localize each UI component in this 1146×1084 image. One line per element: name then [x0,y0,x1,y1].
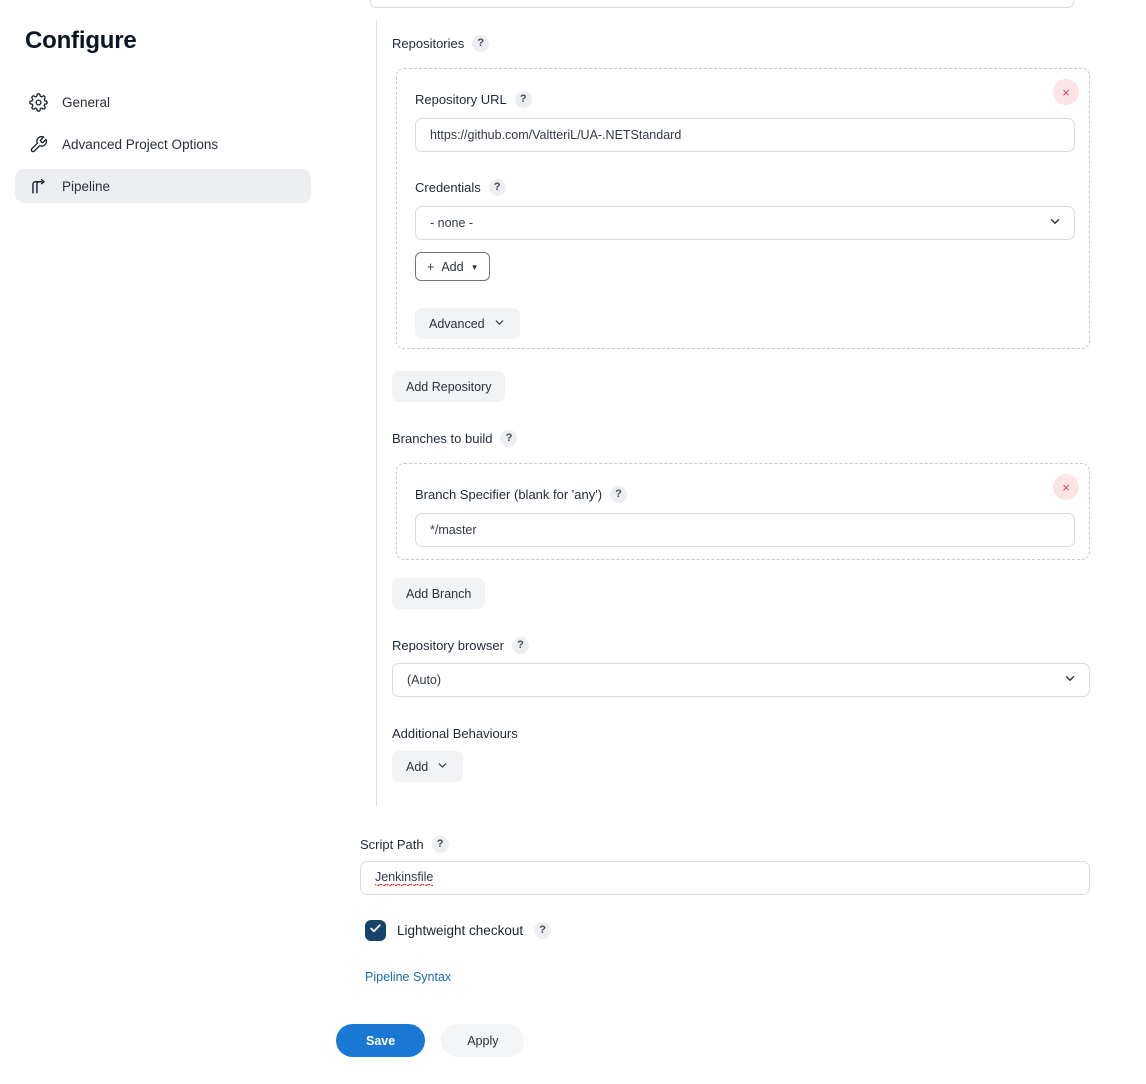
save-button[interactable]: Save [336,1024,426,1057]
scm-section-rule [376,20,377,806]
delete-repository-button[interactable]: × [1053,79,1079,105]
repository-url-label: Repository URL [415,92,507,107]
repository-url-input[interactable]: https://github.com/ValtteriL/UA-.NETStan… [415,118,1075,152]
help-icon[interactable]: ? [431,836,449,853]
plus-icon: + [427,259,435,274]
pipeline-icon [29,177,48,196]
repository-browser-selected-value: (Auto) [407,673,442,687]
additional-behaviours-label-row: Additional Behaviours [392,726,518,741]
branch-specifier-label-row: Branch Specifier (blank for 'any') ? [415,486,628,503]
help-icon[interactable]: ? [514,91,532,108]
repository-browser-select[interactable]: (Auto) [392,663,1090,697]
branch-specifier-input[interactable]: */master [415,513,1075,547]
wrench-icon [29,135,48,154]
lightweight-checkout-checkbox[interactable] [365,920,386,941]
previous-field-input-cutoff[interactable] [370,0,1074,8]
chevron-down-icon [436,759,449,775]
repository-browser-label-row: Repository browser ? [392,637,529,654]
chevron-down-icon [1048,215,1062,232]
chevron-down-icon [493,316,506,332]
help-icon[interactable]: ? [472,35,490,52]
sidebar: Configure General Advanced Project Optio… [0,0,330,1084]
help-icon[interactable]: ? [488,179,506,196]
help-icon[interactable]: ? [512,637,529,654]
repository-browser-label: Repository browser [392,638,504,653]
script-path-value: Jenkinsfile [375,870,434,886]
script-path-input-wrap: Jenkinsfile [360,861,1090,895]
check-icon [369,922,382,940]
advanced-toggle-button[interactable]: Advanced [415,308,520,339]
caret-down-icon: ▼ [470,263,479,272]
advanced-label: Advanced [429,316,485,331]
add-branch-button[interactable]: Add Branch [392,578,486,609]
sidebar-item-label: Pipeline [62,178,111,194]
sidebar-item-label: Advanced Project Options [62,136,219,152]
script-path-label: Script Path [360,837,424,852]
branch-specifier-label: Branch Specifier (blank for 'any') [415,487,603,502]
lightweight-checkout-row: Lightweight checkout ? [365,920,552,941]
form-actions: Save Apply [336,1024,525,1057]
branch-entry-block: × Branch Specifier (blank for 'any') ? *… [396,463,1090,560]
repository-browser-select-wrap: (Auto) [392,663,1090,697]
script-path-label-row: Script Path ? [360,836,449,853]
add-repository-button[interactable]: Add Repository [392,371,506,402]
credentials-label-row: Credentials ? [415,179,506,196]
main-content: Repositories ? × Repository URL ? https:… [330,0,1146,1084]
branch-specifier-input-wrap: */master [415,513,1075,547]
chevron-down-icon [1063,672,1077,689]
sidebar-item-pipeline[interactable]: Pipeline [15,169,311,203]
branches-label-row: Branches to build ? [392,430,518,447]
repository-entry-block: × Repository URL ? https://github.com/Va… [396,68,1090,349]
add-behaviour-button[interactable]: Add [392,751,464,782]
credentials-select[interactable]: - none - [415,206,1075,240]
help-icon[interactable]: ? [534,922,552,939]
repositories-label-row: Repositories ? [392,35,490,52]
pipeline-syntax-link[interactable]: Pipeline Syntax [365,970,451,984]
apply-button[interactable]: Apply [441,1024,525,1057]
repositories-label: Repositories [392,36,465,51]
add-credentials-label: Add [441,259,464,274]
branches-label: Branches to build [392,431,493,446]
gear-icon [29,92,48,112]
lightweight-checkout-label: Lightweight checkout [397,923,524,938]
repository-url-label-row: Repository URL ? [415,91,532,108]
sidebar-item-general[interactable]: General [15,85,311,119]
help-icon[interactable]: ? [610,486,628,503]
script-path-input[interactable]: Jenkinsfile [360,861,1090,895]
add-behaviour-label: Add [406,759,429,774]
sidebar-item-label: General [62,94,111,110]
sidebar-item-advanced-project-options[interactable]: Advanced Project Options [15,127,311,161]
repository-url-input-wrap: https://github.com/ValtteriL/UA-.NETStan… [415,118,1075,152]
credentials-label: Credentials [415,180,481,195]
page-title: Configure [25,27,137,54]
delete-branch-button[interactable]: × [1053,474,1079,500]
credentials-select-wrap: - none - [415,206,1075,240]
additional-behaviours-label: Additional Behaviours [392,726,518,741]
add-credentials-button[interactable]: + Add ▼ [415,252,491,281]
sidebar-nav: General Advanced Project Options Pipelin… [15,85,311,211]
help-icon[interactable]: ? [500,430,518,447]
configure-page: Configure General Advanced Project Optio… [0,0,1146,1084]
credentials-selected-value: - none - [430,216,474,230]
